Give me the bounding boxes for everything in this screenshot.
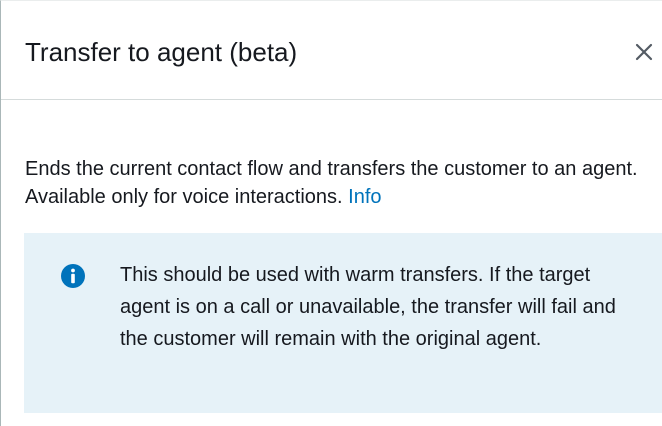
alert-text: This should be used with warm transfers.… (120, 264, 616, 350)
block-description: Ends the current contact flow and transf… (25, 155, 645, 211)
close-icon (635, 43, 653, 61)
info-icon (60, 263, 86, 289)
info-alert: This should be used with warm transfers.… (24, 233, 662, 413)
info-link[interactable]: Info (348, 186, 381, 208)
panel-title: Transfer to agent (beta) (25, 37, 298, 67)
description-text: Ends the current contact flow and transf… (25, 158, 638, 208)
transfer-panel: Transfer to agent (beta) Ends the curren… (0, 0, 662, 426)
close-button[interactable] (631, 39, 659, 67)
panel-header: Transfer to agent (beta) (1, 1, 662, 100)
